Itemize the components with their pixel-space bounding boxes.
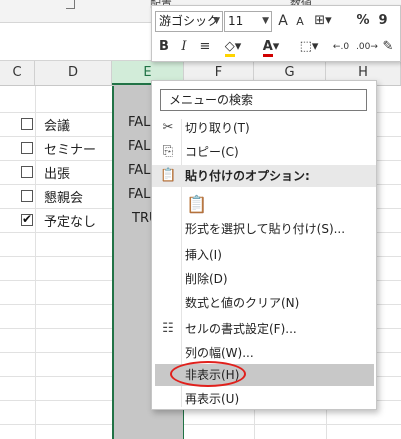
paste-clipboard-icon: 📋 [186, 195, 208, 215]
grid-line [0, 424, 401, 425]
checkbox-row-4[interactable] [21, 190, 33, 202]
cell-d-label[interactable]: 会議 [44, 115, 70, 134]
font-size-value: 11 [228, 14, 244, 28]
mini-toolbar: 游ゴシック ▼ 11 ▼ A A ⊞▾ % 9 B I ≡ ◇▾ A▾ ⬚▾ ←… [151, 5, 401, 62]
menu-item-delete[interactable]: 削除(D) [152, 268, 376, 290]
cell-e-value[interactable]: FAL [128, 163, 150, 178]
format-cells-icon: ☷ [162, 321, 174, 336]
menu-item-insert[interactable]: 挿入(I) [152, 244, 376, 266]
menu-item-label: セルの書式設定(F)... [185, 322, 297, 336]
cell-e-value[interactable]: FAL [128, 115, 150, 130]
grid-line [35, 86, 36, 439]
context-menu: メニューの検索 ✂ 切り取り(T) ⎘ コピー(C) 📋 貼り付けのオプション:… [151, 80, 377, 410]
chevron-down-icon[interactable]: ▼ [213, 12, 220, 31]
shrink-font-button[interactable]: A [294, 12, 306, 32]
borders-icon[interactable]: ⬚▾ [296, 37, 322, 57]
percent-button[interactable]: % [356, 11, 370, 31]
menu-section-paste-options: 📋 貼り付けのオプション: [152, 165, 376, 187]
menu-item-label: コピー(C) [185, 145, 239, 159]
chevron-down-icon[interactable]: ▼ [262, 12, 269, 31]
cell-d-label[interactable]: セミナー [44, 139, 96, 158]
font-size-combo[interactable]: 11 ▼ [224, 11, 272, 32]
grow-font-button[interactable]: A [276, 11, 290, 31]
font-name-value: 游ゴシック [159, 14, 220, 28]
menu-item-cut[interactable]: ✂ 切り取り(T) [152, 117, 376, 139]
checkbox-row-3[interactable] [21, 166, 33, 178]
increase-decimal-icon[interactable]: ←.0 [330, 37, 352, 57]
align-center-button[interactable]: ≡ [198, 37, 212, 57]
copy-icon: ⎘ [162, 144, 174, 159]
scissors-icon: ✂ [162, 120, 174, 135]
checkbox-row-1[interactable] [21, 118, 33, 130]
menu-item-paste-special[interactable]: 形式を選択して貼り付け(S)... [152, 218, 376, 240]
bold-button[interactable]: B [158, 37, 170, 57]
menu-item-copy[interactable]: ⎘ コピー(C) [152, 141, 376, 163]
menu-item-label: 数式と値のクリア(N) [185, 296, 300, 310]
checkbox-row-5[interactable]: ✔ [21, 212, 33, 226]
cell-d-label[interactable]: 予定なし [44, 211, 96, 230]
checkbox-row-2[interactable] [21, 142, 33, 154]
cell-e-value[interactable]: FAL [128, 187, 150, 202]
check-mark-icon: ✔ [22, 212, 33, 226]
accounting-format-icon[interactable]: ⊞▾ [310, 11, 336, 31]
menu-search-input[interactable]: メニューの検索 [160, 89, 367, 111]
font-name-combo[interactable]: 游ゴシック ▼ [155, 11, 223, 32]
menu-item-unhide[interactable]: 再表示(U) [152, 388, 376, 410]
menu-item-format-cells[interactable]: ☷ セルの書式設定(F)... [152, 318, 376, 340]
menu-item-paste[interactable]: 📋 [152, 191, 376, 221]
cell-d-label[interactable]: 懇親会 [44, 187, 83, 206]
highlight-oval [170, 361, 246, 387]
menu-item-label: 挿入(I) [185, 248, 222, 262]
dialog-launcher-icon[interactable] [66, 0, 75, 9]
paste-icon: 📋 [160, 168, 177, 183]
comma-style-button[interactable]: 9 [376, 11, 390, 31]
menu-item-label: 削除(D) [185, 272, 228, 286]
menu-item-label: 切り取り(T) [185, 121, 250, 135]
menu-item-label: 形式を選択して貼り付け(S)... [185, 222, 346, 236]
column-header-c[interactable]: C [0, 61, 35, 85]
column-header-d[interactable]: D [35, 61, 112, 85]
menu-item-clear-contents[interactable]: 数式と値のクリア(N) [152, 292, 376, 314]
fill-color-icon[interactable]: ◇▾ [220, 37, 246, 57]
menu-item-label: 再表示(U) [185, 392, 240, 406]
italic-button[interactable]: I [178, 37, 190, 57]
cell-e-value[interactable]: FAL [128, 139, 150, 154]
format-painter-icon[interactable]: ✎ [380, 37, 396, 57]
font-color-icon[interactable]: A▾ [258, 37, 284, 57]
menu-item-column-width[interactable]: 列の幅(W)... [152, 342, 376, 364]
cell-d-label[interactable]: 出張 [44, 163, 70, 182]
decrease-decimal-icon[interactable]: .00→ [356, 37, 378, 57]
menu-item-label: 貼り付けのオプション: [185, 169, 310, 183]
